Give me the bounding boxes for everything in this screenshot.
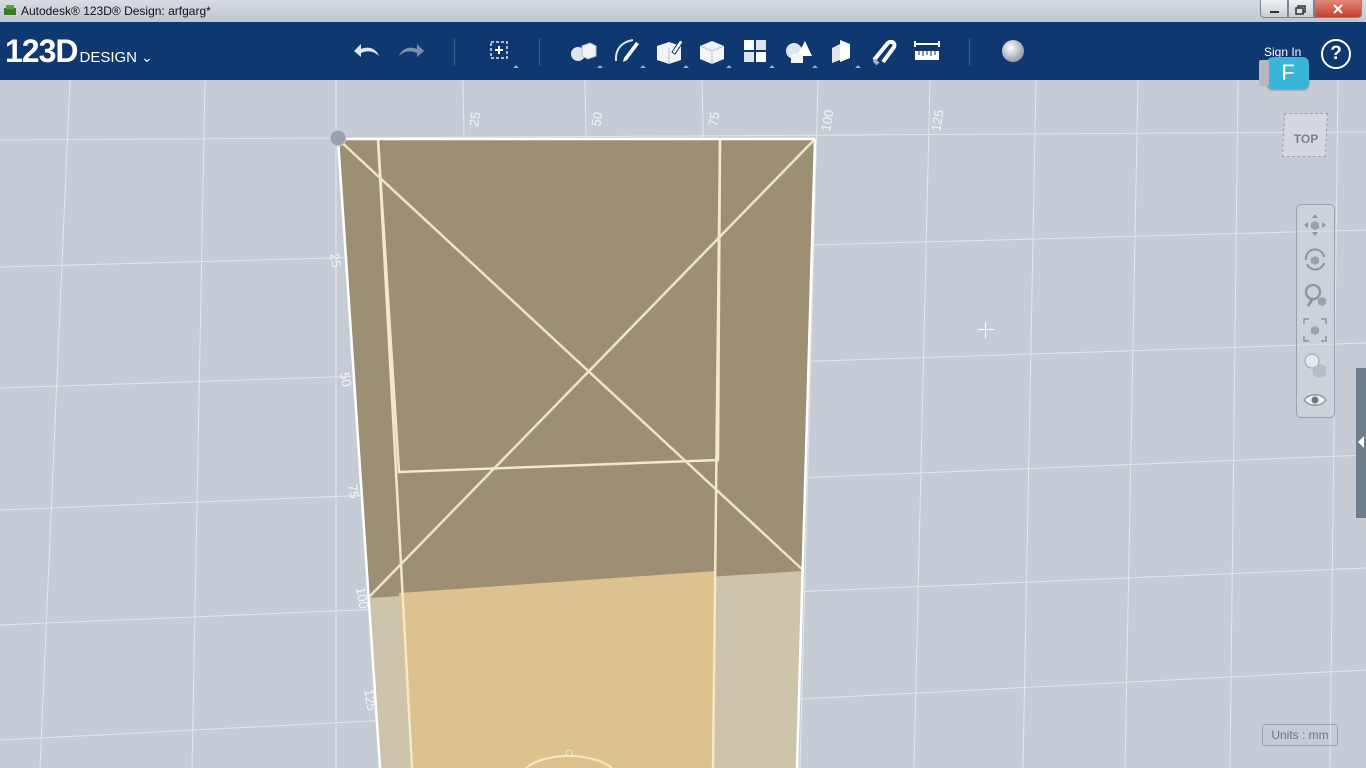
logo-label: DESIGN [79, 49, 138, 66]
crosshair-cursor-icon [978, 322, 994, 338]
orbit-icon [1304, 248, 1325, 271]
view-style-icon [1304, 353, 1326, 378]
ruler-label: 50 [588, 111, 605, 128]
pattern-icon [744, 40, 766, 62]
dropdown-arrow-icon [597, 65, 603, 71]
app-icon [4, 5, 16, 15]
modify-icon [699, 41, 725, 64]
pattern-button[interactable] [740, 36, 775, 71]
undo-button[interactable] [352, 36, 382, 66]
window-title: Autodesk® 123D® Design: arfgarg* [21, 4, 211, 18]
fit-button[interactable] [1301, 316, 1329, 344]
orbit-button[interactable] [1301, 246, 1329, 274]
toolbar-separator [969, 38, 970, 66]
measure-icon [914, 41, 940, 60]
ruler-label: 100 [818, 109, 837, 133]
workplane-canvas[interactable]: 25 50 75 100 125 25 50 75 100 125 [0, 80, 1366, 768]
primitives-icon [571, 42, 597, 61]
redo-icon [399, 44, 424, 57]
toolbar-separator [539, 38, 540, 66]
dropdown-arrow-icon [513, 65, 519, 71]
ruler-label: 125 [928, 109, 947, 133]
view-cube[interactable]: TOP [1279, 105, 1333, 163]
ruler-label: 50 [337, 371, 354, 388]
toolbar-separator [454, 38, 455, 66]
solid-inner-face[interactable] [399, 571, 716, 768]
snap-icon [872, 39, 897, 66]
main-toolbar: 123D DESIGN ⌄ Sign In ? [0, 22, 1366, 80]
ruler-label: 125 [361, 688, 380, 712]
dropdown-arrow-icon [769, 65, 775, 71]
combine-button[interactable] [826, 36, 861, 71]
solid-top-face[interactable] [338, 139, 815, 598]
restore-icon [1295, 5, 1306, 15]
measure-button[interactable] [912, 36, 942, 66]
fit-icon [1303, 318, 1327, 342]
snap-button[interactable] [869, 36, 899, 66]
ruler-label: 25 [327, 252, 344, 269]
construct-button[interactable] [654, 36, 689, 71]
dropdown-arrow-icon [683, 65, 689, 71]
visibility-button[interactable] [1301, 386, 1329, 414]
close-icon [1333, 4, 1343, 14]
material-icon [1002, 40, 1024, 62]
ruler-label: 75 [345, 483, 362, 500]
redo-button[interactable] [396, 36, 426, 66]
logo-number: 123D [5, 33, 78, 69]
close-button[interactable] [1314, 0, 1362, 18]
dropdown-arrow-icon [640, 65, 646, 71]
sketch-icon [614, 39, 639, 62]
grouping-button[interactable] [783, 36, 818, 71]
minimize-button[interactable] [1260, 0, 1288, 18]
navigation-bar [1296, 204, 1335, 418]
chevron-left-icon [1358, 436, 1364, 448]
visibility-icon [1303, 394, 1327, 406]
3d-viewport[interactable]: 25 50 75 100 125 25 50 75 100 125 [0, 80, 1366, 768]
transform-icon [490, 41, 508, 59]
dropdown-arrow-icon [855, 65, 861, 71]
dropdown-arrow-icon [726, 65, 732, 71]
sketch-solid[interactable] [329, 129, 817, 768]
view-cube-label: TOP [1293, 132, 1319, 146]
minimize-icon [1270, 11, 1279, 13]
units-indicator[interactable]: Units : mm [1262, 724, 1338, 746]
modify-button[interactable] [697, 36, 732, 71]
primitives-button[interactable] [568, 36, 603, 71]
window-titlebar: Autodesk® 123D® Design: arfgarg* [0, 0, 1366, 22]
dropdown-arrow-icon [812, 65, 818, 71]
sketch-button[interactable] [611, 36, 646, 71]
side-panel-toggle[interactable] [1356, 368, 1366, 518]
transform-button[interactable] [484, 36, 519, 71]
view-style-button[interactable] [1301, 351, 1329, 379]
pan-icon [1304, 214, 1326, 236]
help-button[interactable]: ? [1321, 39, 1351, 69]
pan-button[interactable] [1301, 211, 1329, 239]
grouping-icon [786, 41, 812, 63]
combine-icon [832, 40, 850, 63]
zoom-button[interactable] [1301, 281, 1329, 309]
zoom-icon [1304, 283, 1326, 307]
ruler-label: 100 [353, 586, 372, 610]
origin-marker [329, 129, 347, 147]
maximize-button[interactable] [1288, 0, 1314, 18]
material-button[interactable] [998, 36, 1028, 66]
chevron-down-icon: ⌄ [141, 49, 153, 65]
undo-icon [354, 44, 379, 57]
construct-icon [657, 39, 684, 64]
app-menu-button[interactable]: 123D DESIGN ⌄ [5, 33, 153, 70]
ruler-label: 25 [466, 111, 483, 128]
ruler-label: 75 [705, 111, 722, 128]
top-ruler: 25 50 75 100 125 [466, 109, 947, 133]
